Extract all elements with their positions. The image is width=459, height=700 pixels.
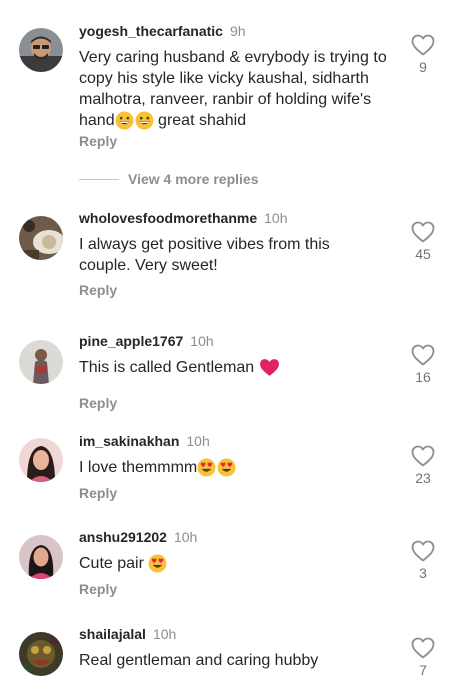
- comment-text: Very caring husband & evrybody is trying…: [79, 49, 387, 130]
- comment-username[interactable]: shailajalal: [79, 626, 146, 642]
- comment-time: 10h: [186, 433, 210, 449]
- heart-outline-icon[interactable]: [411, 34, 435, 56]
- comment-time: 9h: [229, 23, 246, 39]
- reply-button[interactable]: Reply: [79, 581, 117, 597]
- avatar[interactable]: [19, 535, 63, 579]
- view-more-replies-label: View 4 more replies: [128, 171, 259, 187]
- heart-outline-icon[interactable]: [411, 445, 435, 467]
- reply-button[interactable]: Reply: [79, 133, 117, 149]
- grinning-face-emoji: [115, 111, 134, 130]
- reply-button[interactable]: Reply: [79, 395, 117, 411]
- comment-time: 10h: [190, 333, 214, 349]
- avatar[interactable]: [19, 340, 63, 384]
- comment-text: Real gentleman and caring hubby: [79, 652, 319, 669]
- comment-username[interactable]: wholovesfoodmorethanme: [79, 210, 257, 226]
- heart-outline-icon[interactable]: [411, 221, 435, 243]
- comment-text: I love themmmm: [79, 457, 399, 478]
- red-heart-emoji: [259, 358, 280, 377]
- like-count: 45: [415, 246, 431, 262]
- avatar[interactable]: [19, 438, 63, 482]
- view-more-replies-button[interactable]: View 4 more replies: [79, 171, 258, 187]
- grinning-face-emoji: [135, 111, 154, 130]
- comment-username[interactable]: yogesh_thecarfanatic: [79, 23, 223, 39]
- like-count: 7: [419, 662, 427, 678]
- like-count: 16: [415, 369, 431, 385]
- heart-eyes-emoji: [217, 458, 236, 477]
- like-count: 9: [419, 59, 427, 75]
- comment-username[interactable]: anshu291202: [79, 529, 167, 545]
- divider-line: [79, 178, 119, 180]
- comment-time: 10h: [152, 626, 177, 642]
- comment-username[interactable]: im_sakinakhan: [79, 433, 179, 449]
- heart-outline-icon[interactable]: [411, 637, 435, 659]
- heart-outline-icon[interactable]: [411, 344, 435, 366]
- comment-time: 10h: [173, 529, 198, 545]
- comment-text: I always get positive vibes from this co…: [79, 236, 330, 274]
- like-count: 3: [419, 565, 427, 581]
- avatar[interactable]: [19, 632, 63, 676]
- comment-text: This is called Gentleman: [79, 357, 399, 378]
- comment-username[interactable]: pine_apple1767: [79, 333, 183, 349]
- avatar[interactable]: [19, 216, 63, 260]
- heart-eyes-emoji: [197, 458, 216, 477]
- comment-time: 10h: [264, 210, 288, 226]
- like-count: 23: [415, 470, 431, 486]
- reply-button[interactable]: Reply: [79, 282, 117, 298]
- avatar[interactable]: [19, 28, 63, 72]
- heart-eyes-emoji: [148, 554, 167, 573]
- comment-text: Cute pair: [79, 553, 399, 574]
- reply-button[interactable]: Reply: [79, 485, 117, 501]
- heart-outline-icon[interactable]: [411, 540, 435, 562]
